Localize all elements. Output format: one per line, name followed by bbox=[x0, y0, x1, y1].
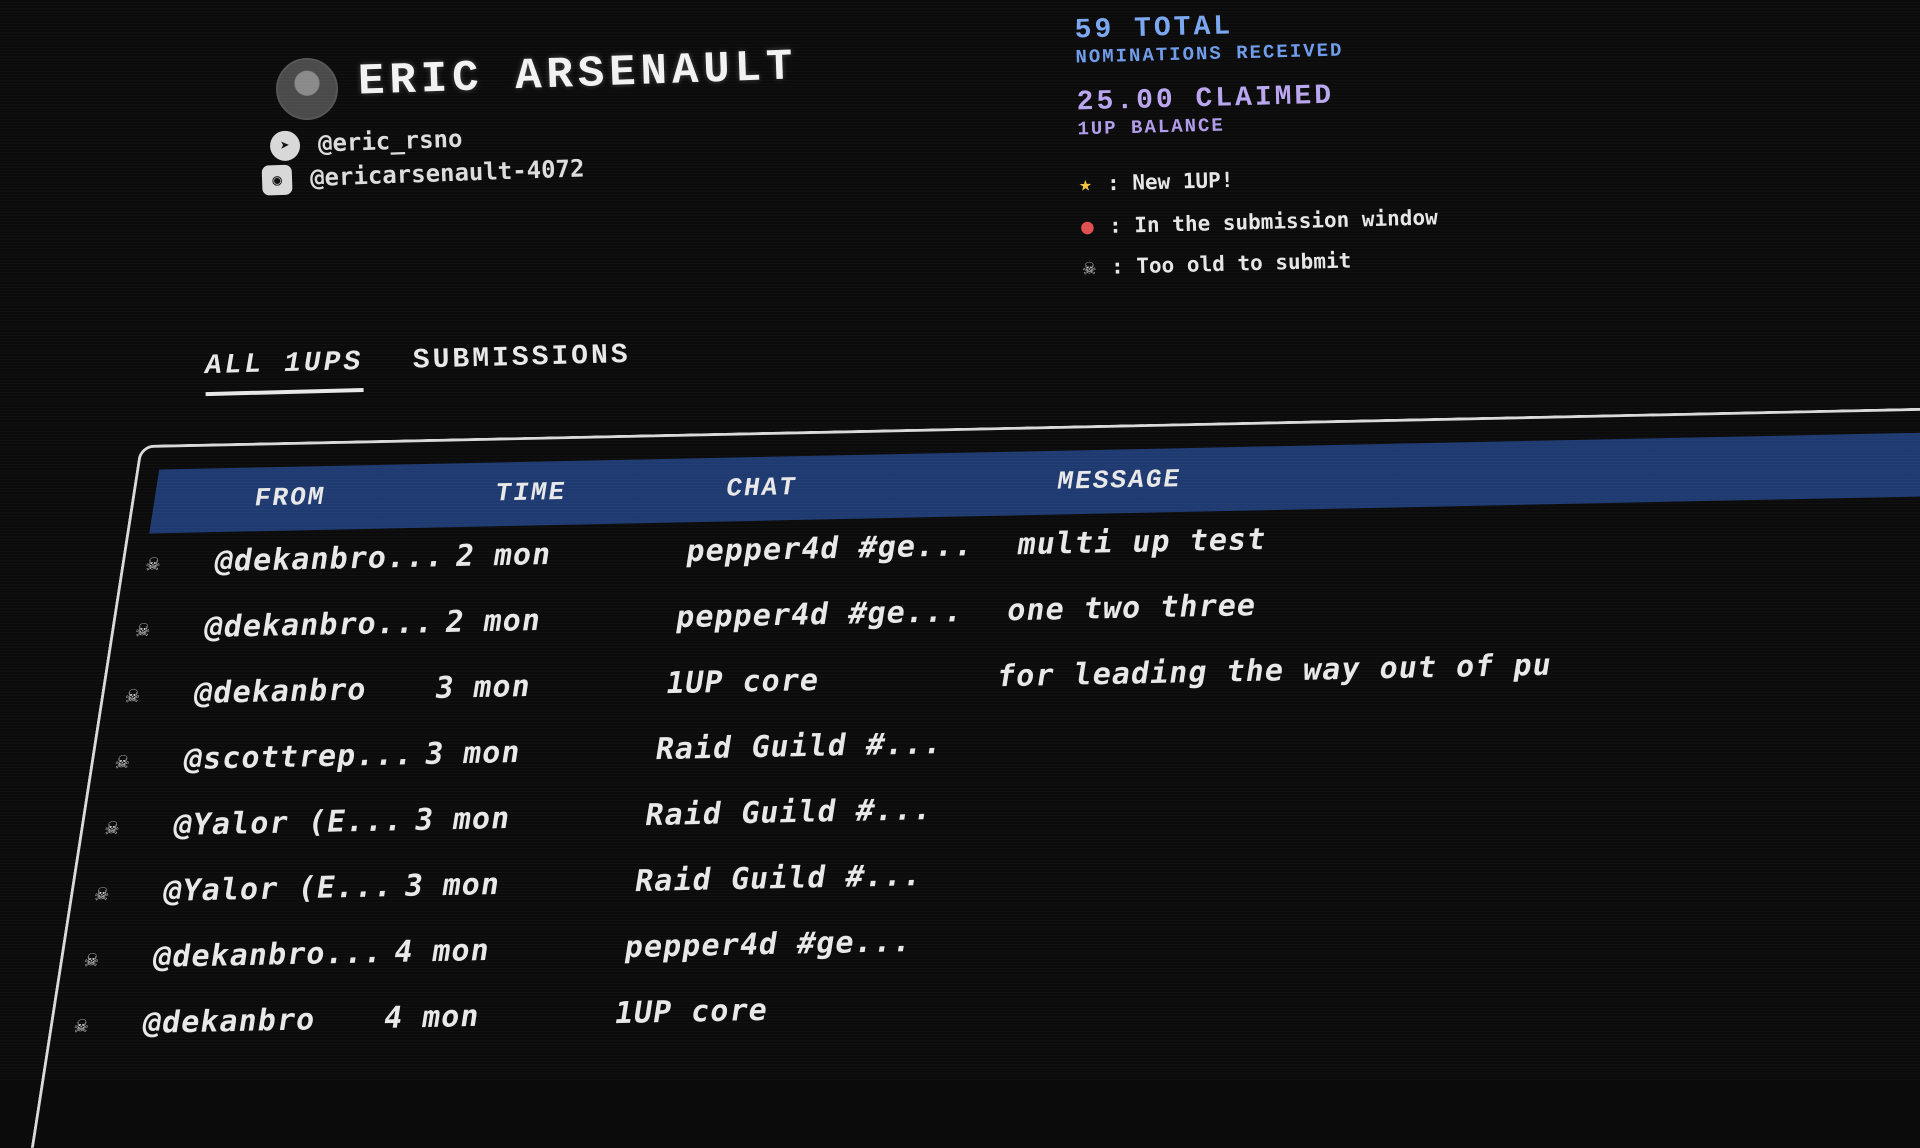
row-chat: Raid Guild #... bbox=[632, 858, 925, 900]
row-from: @dekanbro bbox=[140, 1002, 319, 1041]
skull-icon: ☠ bbox=[134, 617, 153, 643]
tab-all-1ups[interactable]: ALL 1UPS bbox=[204, 346, 365, 397]
header-chat[interactable]: CHAT bbox=[724, 472, 799, 503]
telegram-handle-text: @eric_rsno bbox=[317, 124, 463, 158]
legend-item-old: ☠ : Too old to submit bbox=[1083, 248, 1352, 279]
profile-name: ERIC ARSENAULT bbox=[357, 42, 799, 108]
nominations-table: FROM TIME CHAT MESSAGE ☠ @dekanbro... 2 … bbox=[30, 407, 1920, 1148]
row-from: @dekanbro bbox=[191, 672, 370, 711]
row-chat: pepper4d #ge... bbox=[683, 528, 977, 570]
row-time: 2 mon bbox=[453, 537, 555, 574]
row-time: 4 mon bbox=[381, 998, 483, 1036]
skull-icon: ☠ bbox=[113, 749, 133, 775]
row-from: @dekanbro... bbox=[212, 539, 448, 580]
row-chat: Raid Guild #... bbox=[653, 726, 946, 768]
skull-icon: ☠ bbox=[83, 947, 102, 973]
row-time: 3 mon bbox=[412, 800, 514, 838]
row-message: for leading the way out of pu bbox=[994, 647, 1555, 695]
skull-icon: ☠ bbox=[93, 881, 112, 907]
claimed-stat: 25.00 CLAIMED 1UP BALANCE bbox=[1076, 81, 1335, 141]
legend-item-new: ★ : New 1UP! bbox=[1079, 168, 1234, 196]
legend-text: : New 1UP! bbox=[1106, 167, 1234, 196]
row-chat: pepper4d #ge... bbox=[622, 924, 915, 966]
telegram-icon: ➤ bbox=[269, 130, 301, 162]
skull-icon: ☠ bbox=[103, 815, 122, 841]
header-message[interactable]: MESSAGE bbox=[1055, 464, 1183, 497]
discord-handle[interactable]: ◉ @ericarsenault-4072 bbox=[261, 154, 585, 196]
telegram-handle[interactable]: ➤ @eric_rsno bbox=[269, 124, 463, 162]
row-from: @dekanbro... bbox=[201, 605, 437, 646]
row-message: multi up test bbox=[1014, 522, 1270, 563]
row-time: 3 mon bbox=[432, 668, 534, 706]
row-from: @Yalor (E... bbox=[160, 869, 396, 909]
skull-icon: ☠ bbox=[72, 1013, 91, 1039]
row-chat: Raid Guild #... bbox=[642, 792, 936, 834]
row-chat: 1UP core bbox=[612, 992, 771, 1032]
row-from: @scottrep... bbox=[181, 737, 417, 777]
discord-icon: ◉ bbox=[261, 164, 293, 196]
legend-text: : Too old to submit bbox=[1110, 248, 1352, 279]
legend-text: : In the submission window bbox=[1108, 205, 1438, 238]
tab-submissions[interactable]: SUBMISSIONS bbox=[412, 340, 631, 387]
row-time: 4 mon bbox=[391, 932, 493, 970]
tab-bar: ALL 1UPS SUBMISSIONS bbox=[204, 339, 671, 397]
row-chat: pepper4d #ge... bbox=[673, 594, 966, 636]
skull-icon: ☠ bbox=[124, 683, 143, 709]
skull-icon: ☠ bbox=[1082, 255, 1097, 280]
avatar[interactable] bbox=[276, 58, 338, 120]
discord-handle-text: @ericarsenault-4072 bbox=[309, 154, 585, 192]
row-time: 3 mon bbox=[401, 866, 503, 904]
header-time[interactable]: TIME bbox=[493, 477, 568, 508]
total-stat: 59 TOTAL NOMINATIONS RECEIVED bbox=[1074, 9, 1343, 69]
skull-icon: ☠ bbox=[144, 551, 163, 577]
mushroom-icon: ● bbox=[1080, 214, 1095, 239]
row-time: 2 mon bbox=[442, 602, 544, 640]
row-time: 3 mon bbox=[422, 734, 524, 772]
legend-item-window: ● : In the submission window bbox=[1081, 205, 1438, 238]
star-icon: ★ bbox=[1078, 171, 1092, 197]
row-chat: 1UP core bbox=[663, 662, 822, 702]
row-message: one two three bbox=[1004, 588, 1259, 629]
row-from: @dekanbro... bbox=[150, 935, 386, 975]
header-from[interactable]: FROM bbox=[252, 482, 327, 513]
row-from: @Yalor (E... bbox=[171, 803, 407, 843]
